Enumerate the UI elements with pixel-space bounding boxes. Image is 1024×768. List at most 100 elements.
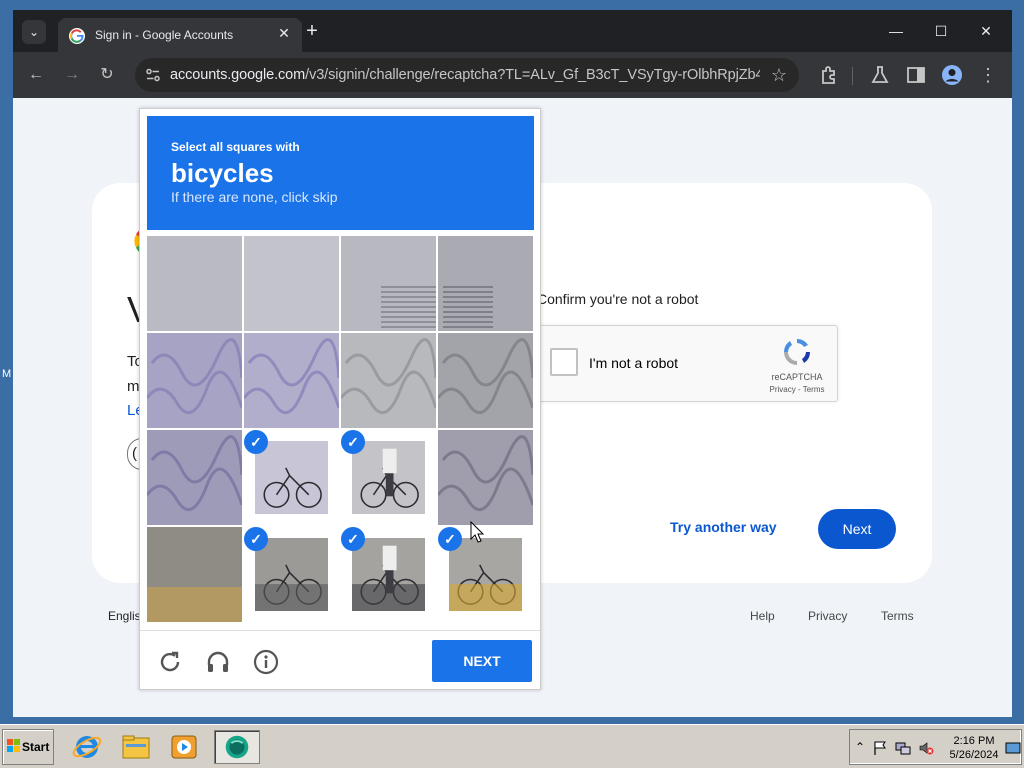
url-path: /v3/signin/challenge/recaptcha?TL=ALv_Gf… [305,67,760,83]
footer-terms-link[interactable]: Terms [881,609,914,623]
challenge-tile[interactable]: ✓ [244,527,339,622]
footer-help-link[interactable]: Help [750,609,775,623]
body-text-line-2: m [127,378,140,395]
challenge-tile[interactable] [147,236,242,331]
internet-explorer-icon[interactable] [70,730,104,764]
tile-image [244,333,339,428]
extensions-icon[interactable] [817,63,841,87]
back-button[interactable]: ← [24,63,48,87]
side-panel-icon[interactable] [904,63,928,87]
url-host: accounts.google.com [170,67,306,83]
tile-image [147,236,242,331]
recaptcha-brand: reCAPTCHA [771,372,823,382]
recaptcha-privacy-terms[interactable]: Privacy - Terms [757,385,837,394]
recaptcha-widget: I'm not a robot reCAPTCHA Privacy - Term… [536,325,838,402]
challenge-next-button[interactable]: NEXT [432,640,532,682]
challenge-tile[interactable] [244,333,339,428]
challenge-tile[interactable] [438,333,533,428]
show-desktop-icon[interactable] [1005,740,1021,756]
minimize-button[interactable]: — [874,19,918,43]
action-center-flag-icon[interactable] [872,740,888,756]
browser-toolbar: ← → ↻ accounts.google.com/v3/signin/chal… [13,52,1012,98]
challenge-skip-hint: If there are none, click skip [171,189,338,205]
system-tray: ⌃ 2:16 PM 5/26/2024 [849,729,1022,765]
address-bar[interactable]: accounts.google.com/v3/signin/challenge/… [135,58,799,92]
tile-image [147,333,242,428]
challenge-tile[interactable]: ✓ [341,527,436,622]
tile-image [341,236,436,331]
tile-image [244,236,339,331]
tab-title: Sign in - Google Accounts [95,28,234,42]
footer-privacy-link[interactable]: Privacy [808,609,847,623]
challenge-tile[interactable]: ✓ [244,430,339,525]
tile-selected-check-icon: ✓ [244,430,268,454]
tile-selected-check-icon: ✓ [341,430,365,454]
tile-image [255,538,328,611]
challenge-header: Select all squares with bicycles If ther… [147,116,534,230]
more-menu-icon[interactable]: ⋮ [976,63,1000,87]
reload-button[interactable]: ↻ [95,63,119,87]
mouse-pointer-icon [470,521,484,543]
confirm-not-robot-text: Confirm you're not a robot [537,291,699,307]
network-icon[interactable] [895,740,911,756]
challenge-divider [140,630,540,631]
file-explorer-icon[interactable] [119,730,153,764]
profile-avatar-icon[interactable] [940,63,964,87]
tile-image [449,538,522,611]
tile-image [341,333,436,428]
maximize-button[interactable]: ☐ [919,19,963,43]
challenge-image-grid: ✓ ✓ ✓ ✓ ✓ [147,236,535,624]
taskbar: Start ⌃ 2:16 PM 5/26/2024 [0,724,1024,768]
tile-selected-check-icon: ✓ [438,527,462,551]
reload-challenge-icon[interactable] [157,649,183,675]
media-player-icon[interactable] [167,730,201,764]
forward-button[interactable]: → [60,63,84,87]
site-settings-icon[interactable] [145,67,161,83]
next-button[interactable]: Next [818,509,896,549]
tile-image [352,441,425,514]
challenge-tile[interactable] [147,527,242,622]
challenge-tile[interactable] [244,236,339,331]
tile-image [438,333,533,428]
url-text: accounts.google.com/v3/signin/challenge/… [170,67,760,83]
challenge-tile[interactable] [147,430,242,525]
challenge-tile[interactable] [438,430,533,525]
google-g-icon [69,28,85,44]
labs-flask-icon[interactable] [868,63,892,87]
tab-sign-in[interactable]: Sign in - Google Accounts ✕ [58,18,302,52]
recaptcha-label: I'm not a robot [589,355,679,371]
windows-flag-icon [7,739,20,752]
challenge-tile[interactable]: ✓ [438,527,533,622]
new-tab-button[interactable]: + [298,20,326,42]
challenge-tile[interactable] [341,333,436,428]
challenge-tile[interactable] [341,236,436,331]
tab-close-icon[interactable]: ✕ [275,25,293,42]
volume-muted-icon[interactable] [918,740,934,756]
tile-image [352,538,425,611]
challenge-tile[interactable] [438,236,533,331]
chrome-taskbar-icon[interactable] [214,730,260,764]
start-label: Start [22,740,50,754]
tab-search-button[interactable]: ⌄ [22,20,46,44]
tile-image [438,430,533,525]
clock[interactable]: 2:16 PM 5/26/2024 [945,734,1003,762]
show-hidden-icons-icon[interactable]: ⌃ [852,740,868,756]
language-selector[interactable]: Englis [108,609,141,623]
desktop-edge-text: M [2,368,12,380]
try-another-way-button[interactable]: Try another way [670,519,777,535]
recaptcha-challenge-dialog: Select all squares with bicycles If ther… [139,108,541,690]
recaptcha-logo-icon [783,338,811,365]
tile-selected-check-icon: ✓ [341,527,365,551]
tile-image [147,527,242,622]
audio-challenge-icon[interactable] [205,649,231,675]
clock-time: 2:16 PM [953,735,995,747]
info-help-icon[interactable] [253,649,279,675]
close-window-button[interactable]: ✕ [964,19,1008,43]
bookmark-star-icon[interactable]: ☆ [771,65,787,85]
challenge-tile[interactable]: ✓ [341,430,436,525]
recaptcha-checkbox[interactable] [550,348,578,376]
challenge-tile[interactable] [147,333,242,428]
tile-image [255,441,328,514]
start-button[interactable]: Start [2,729,54,765]
challenge-object: bicycles [171,158,274,188]
